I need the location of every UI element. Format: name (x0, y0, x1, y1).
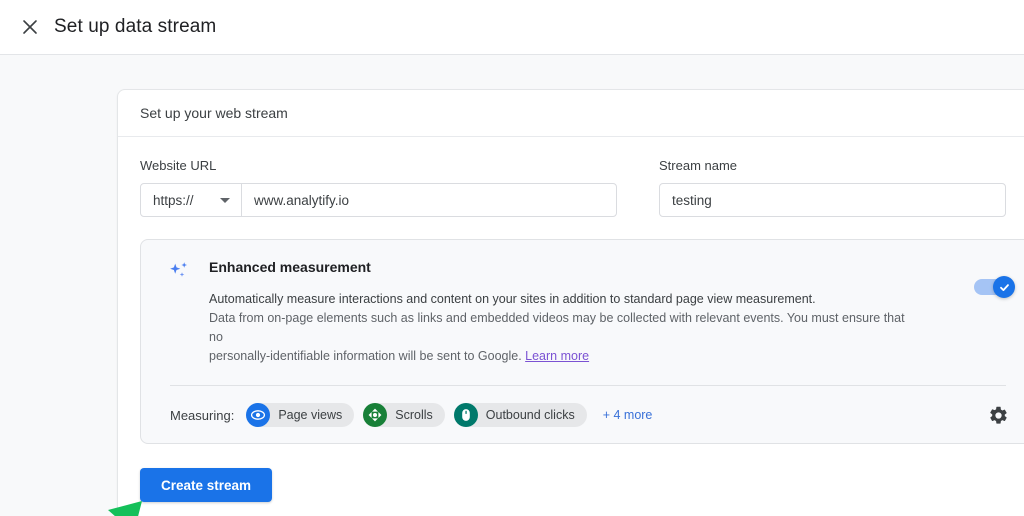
stream-name-label: Stream name (659, 158, 738, 173)
enhanced-measurement-content: Enhanced measurement Automatically measu… (209, 257, 974, 366)
website-url-field[interactable]: https:// www.analytify.io (140, 183, 617, 217)
close-icon[interactable] (18, 15, 42, 39)
card-body: Website URL https:// www.analytify.io St… (118, 137, 1024, 516)
stream-name-input[interactable]: testing (659, 183, 1006, 217)
more-measurements-link[interactable]: + 4 more (603, 408, 653, 422)
stream-name-group: Stream name testing (659, 158, 1006, 217)
measuring-label: Measuring: (170, 407, 235, 423)
website-url-label: Website URL (140, 158, 217, 173)
enhanced-measurement-panel: Enhanced measurement Automatically measu… (140, 239, 1024, 444)
chip-page-views[interactable]: Page views (246, 403, 355, 427)
eye-icon (246, 403, 271, 427)
mouse-icon (453, 403, 478, 427)
measuring-row: Measuring: Page views Scrolls Outbound c… (160, 403, 1014, 427)
chip-scrolls[interactable]: Scrolls (363, 403, 445, 427)
chip-label: Scrolls (395, 408, 433, 422)
data-stream-setup-screen: Set up data stream Set up your web strea… (0, 0, 1024, 516)
card-header: Set up your web stream (118, 90, 1024, 137)
description-line-3: personally-identifiable information will… (209, 349, 522, 363)
website-url-group: Website URL https:// www.analytify.io (140, 158, 617, 217)
enhanced-measurement-description: Automatically measure interactions and c… (209, 290, 909, 366)
card-header-title: Set up your web stream (140, 105, 288, 121)
description-line-1: Automatically measure interactions and c… (209, 292, 816, 306)
form-row: Website URL https:// www.analytify.io St… (140, 158, 1024, 217)
chip-label: Outbound clicks (485, 408, 575, 422)
chip-label: Page views (278, 408, 343, 422)
create-stream-button[interactable]: Create stream (140, 468, 273, 502)
page-title: Set up data stream (54, 16, 217, 37)
enhanced-measurement-title: Enhanced measurement (209, 259, 371, 275)
website-url-input[interactable]: www.analytify.io (242, 184, 616, 216)
chip-outbound-clicks[interactable]: Outbound clicks (453, 403, 587, 427)
enhanced-measurement-top: Enhanced measurement Automatically measu… (160, 257, 1015, 366)
chevron-down-icon (220, 197, 230, 203)
gear-icon[interactable] (986, 403, 1010, 427)
learn-more-link[interactable]: Learn more (525, 349, 589, 363)
web-stream-card: Set up your web stream Website URL https… (117, 89, 1024, 516)
page-body: Set up your web stream Website URL https… (0, 55, 1024, 516)
sparkle-icon (167, 260, 195, 291)
top-bar: Set up data stream (0, 0, 1024, 55)
enhanced-measurement-toggle-wrap (974, 257, 1015, 298)
toggle-thumb (993, 276, 1015, 298)
enhanced-measurement-toggle[interactable] (974, 276, 1015, 298)
protocol-select[interactable]: https:// (141, 184, 242, 216)
description-line-2: Data from on-page elements such as links… (209, 311, 905, 344)
scroll-target-icon (363, 403, 388, 427)
protocol-selected-value: https:// (153, 192, 194, 208)
panel-divider (170, 385, 1006, 386)
